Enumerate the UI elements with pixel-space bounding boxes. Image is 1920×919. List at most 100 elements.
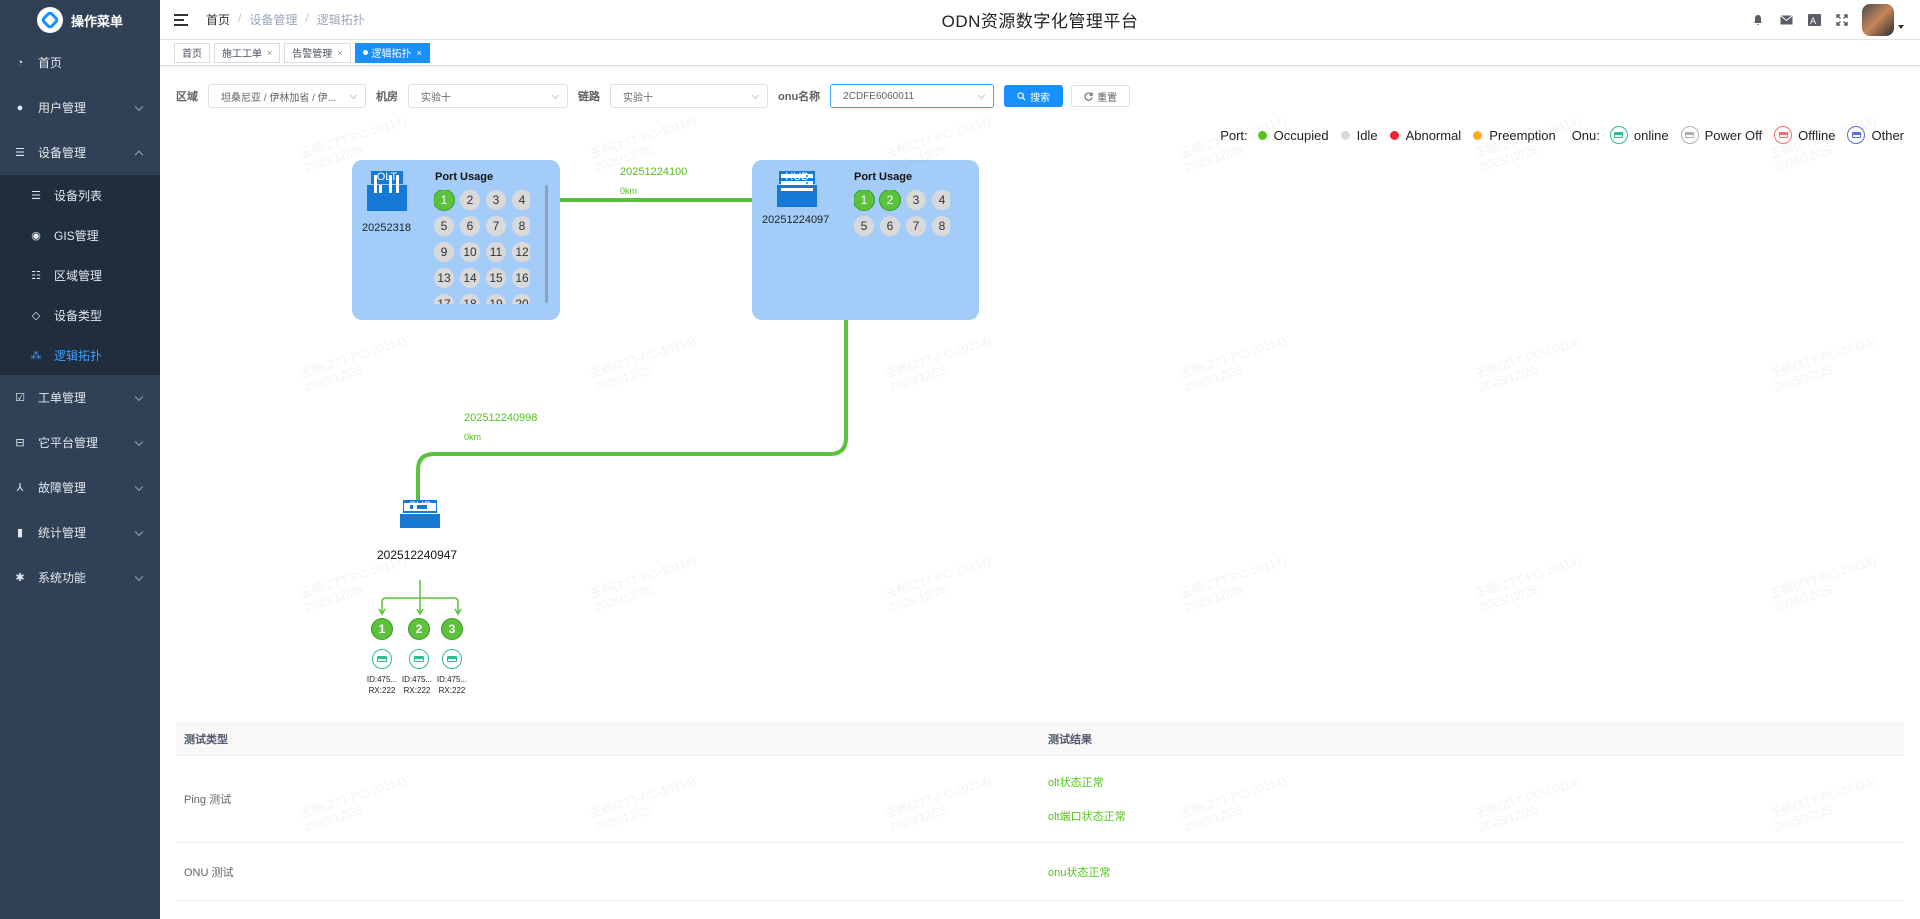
sidebar-logo[interactable]: 操作菜单 <box>0 0 160 40</box>
port-5[interactable]: 5 <box>854 216 874 236</box>
link-select[interactable]: 实验十 <box>610 84 768 108</box>
port-12[interactable]: 12 <box>512 242 530 262</box>
sidebar-item-devices[interactable]: ☰ 设备管理 <box>0 130 160 175</box>
sidebar-item-users[interactable]: ● 用户管理 <box>0 85 160 130</box>
bell-icon[interactable] <box>1750 12 1766 28</box>
sidebar-item-home[interactable]: ◔ 首页 <box>0 40 160 85</box>
preemption-dot-icon <box>1473 130 1483 140</box>
close-icon[interactable]: × <box>417 48 422 58</box>
port-8[interactable]: 8 <box>512 216 530 236</box>
globe-icon: ◉ <box>31 229 41 242</box>
search-form: 区域 坦桑尼亚 / 伊林加省 / 伊... 机房 实验十 链路 实验十 onu名… <box>176 84 1138 108</box>
port-4[interactable]: 4 <box>932 190 950 210</box>
test-type: Ping 测试 <box>184 794 232 806</box>
port-3[interactable]: 3 <box>906 190 926 210</box>
sidebar-item-regions[interactable]: ☷ 区域管理 <box>0 255 160 295</box>
table-row: Ping 测试 olt状态正常 olt端口状态正常 <box>176 756 1904 843</box>
room-label: 机房 <box>376 91 398 103</box>
olt-device[interactable]: OLT <box>367 171 407 211</box>
room-select[interactable]: 实验十 <box>408 84 568 108</box>
region-cascader[interactable]: 坦桑尼亚 / 伊林加省 / 伊... <box>208 84 366 108</box>
reset-button[interactable]: 重置 <box>1071 85 1131 107</box>
sidebar-item-system[interactable]: ✱ 系统功能 <box>0 555 160 600</box>
close-icon[interactable]: × <box>337 48 342 58</box>
port-17[interactable]: 17 <box>434 294 454 304</box>
svg-text:A: A <box>1810 17 1817 26</box>
router-online-icon[interactable] <box>409 649 429 669</box>
test-result-table: 测试类型 测试结果 Ping 测试 olt状态正常 olt端口状态正常 ONU … <box>176 722 1904 901</box>
port-11[interactable]: 11 <box>486 242 506 262</box>
close-icon[interactable]: × <box>267 48 272 58</box>
tag-home[interactable]: 首页 <box>174 42 210 63</box>
hub-sub-link-name[interactable]: 202512240998 <box>464 412 537 424</box>
sub-device[interactable]: SUB <box>400 500 440 528</box>
onu-port-1[interactable]: 1 <box>372 619 392 639</box>
olt-port-usage-title: Port Usage <box>435 171 494 183</box>
table-row: ONU 测试 onu状态正常 <box>176 843 1904 901</box>
hub-device[interactable]: HUB <box>777 171 817 207</box>
sidebar-item-work-orders[interactable]: ☑ 工单管理 <box>0 375 160 420</box>
logo-icon <box>36 7 63 33</box>
port-4[interactable]: 4 <box>512 190 530 210</box>
caret-down-icon[interactable] <box>1898 25 1904 29</box>
port-15[interactable]: 15 <box>486 268 506 288</box>
port-3[interactable]: 3 <box>486 190 506 210</box>
sidebar-item-faults[interactable]: ⅄ 故障管理 <box>0 465 160 510</box>
tag-label: 逻辑拓扑 <box>371 49 412 60</box>
status-legend: Port: Occupied Idle Abnormal Preemption … <box>1220 126 1904 144</box>
olt-hub-link-name[interactable]: 20251224100 <box>620 166 687 178</box>
chevron-down-icon <box>134 437 144 446</box>
port-16[interactable]: 16 <box>512 268 530 288</box>
sidebar-item-device-types[interactable]: ◇ 设备类型 <box>0 295 160 335</box>
tag-construction-orders[interactable]: 施工工单 × <box>214 42 281 63</box>
avatar[interactable] <box>1862 4 1894 36</box>
onu-name-value: 2CDFE6060011 <box>843 90 915 102</box>
port-10[interactable]: 10 <box>460 242 480 262</box>
tag-logic-topology[interactable]: 逻辑拓扑 × <box>354 42 430 63</box>
search-button[interactable]: 搜索 <box>1004 85 1064 107</box>
olt-ports-scrollbar[interactable] <box>545 185 548 303</box>
onu-rx: RX:222 <box>438 686 466 695</box>
port-18[interactable]: 18 <box>460 294 480 304</box>
port-6[interactable]: 6 <box>460 216 480 236</box>
port-7[interactable]: 7 <box>906 216 926 236</box>
port-20[interactable]: 20 <box>512 294 530 304</box>
onu-port-2[interactable]: 2 <box>409 619 429 639</box>
chevron-down-icon <box>134 527 144 536</box>
font-size-icon[interactable]: A <box>1806 12 1822 28</box>
port-19[interactable]: 19 <box>486 294 506 304</box>
legend-label: Idle <box>1356 127 1378 143</box>
sidebar: 操作菜单 ◔ 首页 ● 用户管理 ☰ 设备管理 ☰ 设备列表 ◉ GIS管理 ☷… <box>0 0 160 919</box>
port-1[interactable]: 1 <box>854 190 874 210</box>
router-online-icon[interactable] <box>372 649 392 669</box>
port-5[interactable]: 5 <box>434 216 454 236</box>
sidebar-item-label: 工单管理 <box>38 391 87 405</box>
router-online-icon[interactable] <box>442 649 462 669</box>
fullscreen-icon[interactable] <box>1834 12 1850 28</box>
sidebar-item-label: 区域管理 <box>54 268 103 283</box>
onu-name-select[interactable]: 2CDFE6060011 <box>830 84 995 108</box>
sidebar-item-gis[interactable]: ◉ GIS管理 <box>0 215 160 255</box>
port-8[interactable]: 8 <box>932 216 950 236</box>
menu-toggle-icon[interactable] <box>174 13 188 26</box>
tag-alarm-management[interactable]: 告警管理 × <box>284 42 351 63</box>
sub-onu-branches <box>381 580 459 613</box>
breadcrumb-home[interactable]: 首页 <box>206 11 230 28</box>
onu-port-3[interactable]: 3 <box>442 619 462 639</box>
page-title: ODN资源数字化管理平台 <box>941 12 1139 31</box>
port-2[interactable]: 2 <box>880 190 900 210</box>
port-9[interactable]: 9 <box>434 242 454 262</box>
header-actions: A <box>1750 0 1904 40</box>
sidebar-item-device-list[interactable]: ☰ 设备列表 <box>0 175 160 215</box>
port-7[interactable]: 7 <box>486 216 506 236</box>
port-2[interactable]: 2 <box>460 190 480 210</box>
sidebar-item-logic-topology[interactable]: ⁂ 逻辑拓扑 <box>0 335 160 375</box>
port-1[interactable]: 1 <box>434 190 454 210</box>
sidebar-item-statistics[interactable]: ▮ 统计管理 <box>0 510 160 555</box>
port-13[interactable]: 13 <box>434 268 454 288</box>
port-6[interactable]: 6 <box>880 216 900 236</box>
mail-icon[interactable] <box>1778 12 1794 28</box>
port-14[interactable]: 14 <box>460 268 480 288</box>
sidebar-item-other-platforms[interactable]: ⊟ 它平台管理 <box>0 420 160 465</box>
search-button-label: 搜索 <box>1030 92 1051 104</box>
